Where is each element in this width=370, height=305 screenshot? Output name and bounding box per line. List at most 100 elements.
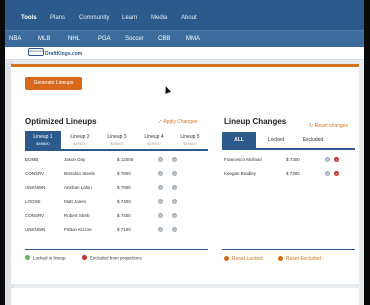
divider — [25, 249, 208, 250]
reset-changes-button[interactable]: ↻ Reset changes — [309, 123, 348, 129]
player-name: Matt Jones — [64, 199, 87, 204]
reset-locked-button[interactable]: Reset Locked — [224, 256, 263, 262]
nav-media[interactable]: Media — [151, 15, 167, 21]
close-icon — [278, 256, 283, 262]
sport-mma[interactable]: MMA — [186, 36, 200, 42]
legend-label: Excluded from projections — [90, 255, 142, 261]
tab-label: Lineup 5 — [180, 134, 200, 140]
site-name: DraftKings.com — [45, 51, 83, 57]
player-status: CONSRV — [25, 213, 45, 218]
exclude-icon[interactable]: × — [334, 157, 339, 162]
lock-icon[interactable]: ✓ — [158, 213, 163, 218]
tab-lineup-4[interactable]: Lineup 4 $49900 — [136, 131, 172, 149]
close-icon — [224, 256, 229, 262]
legend-label: Locked in lineup — [33, 255, 66, 261]
lock-icon[interactable]: ✓ — [158, 199, 163, 204]
tab-salary: $49800 — [73, 141, 87, 146]
changes-row: Francesco Molinari $ 7300 ✓ × — [224, 155, 355, 166]
player-salary: $ 7100 — [117, 227, 131, 232]
site-logo[interactable]: RotoGrinders — [28, 48, 44, 56]
brand-bar: RotoGrinders DraftKings.com — [5, 47, 364, 60]
next-section — [11, 288, 359, 305]
nav-about[interactable]: About — [181, 15, 197, 21]
tab-salary: $49600 — [183, 141, 197, 146]
table-row: CONSRV Robert Streb $ 7400 ✓ × — [25, 211, 208, 222]
reset-locked-label: Reset Locked — [232, 256, 263, 262]
close-icon — [82, 255, 87, 261]
table-row: BOMB Jason Day $ 12000 ✓ × — [25, 155, 208, 166]
tab-lineup-3[interactable]: Lineup 3 $49200 — [99, 131, 135, 149]
sport-soccer[interactable]: Soccer — [125, 36, 144, 42]
reset-excluded-button[interactable]: Reset Excluded — [278, 256, 321, 262]
nav-tools[interactable]: Tools — [21, 15, 37, 21]
tab-label: Lineup 3 — [107, 134, 127, 140]
lock-icon[interactable]: ✓ — [158, 185, 163, 190]
table-row: CONSRV Brendan Steele $ 7800 ✓ × — [25, 169, 208, 180]
tab-locked[interactable]: Locked — [258, 132, 294, 148]
lock-icon[interactable]: ✓ — [158, 171, 163, 176]
divider — [222, 249, 355, 250]
legend-locked: Locked in lineup — [25, 255, 66, 261]
player-name: Francesco Molinari — [224, 157, 263, 162]
player-salary: $ 7300 — [286, 157, 300, 162]
nav-learn[interactable]: Learn — [122, 15, 137, 21]
exclude-icon[interactable]: × — [172, 227, 177, 232]
nav-community[interactable]: Community — [79, 15, 109, 21]
player-salary: $ 7300 — [286, 171, 300, 176]
table-row: LOOSE Matt Jones $ 7400 ✓ × — [25, 197, 208, 208]
tab-excluded[interactable]: Excluded — [294, 132, 332, 148]
tab-all[interactable]: ALL — [222, 132, 256, 148]
sport-mlb[interactable]: MLB — [38, 36, 50, 42]
lock-icon[interactable]: ✓ — [158, 227, 163, 232]
sport-cbb[interactable]: CBB — [158, 36, 170, 42]
lock-icon[interactable]: ✓ — [325, 157, 330, 162]
sport-nba[interactable]: NBA — [9, 36, 21, 42]
player-status: BOMB — [25, 157, 39, 162]
exclude-icon[interactable]: × — [172, 199, 177, 204]
changes-row: Keegan Bradley $ 7300 ✓ × — [224, 169, 355, 180]
sport-nav: NBA MLB NHL PGA Soccer CBB MMA — [5, 30, 364, 47]
reset-excluded-label: Reset Excluded — [286, 256, 322, 262]
exclude-icon[interactable]: × — [172, 157, 177, 162]
player-status: UNKNWN — [25, 227, 46, 232]
check-icon: ✓ — [158, 119, 163, 125]
exclude-icon[interactable]: × — [334, 171, 339, 176]
tab-lineup-2[interactable]: Lineup 2 $49800 — [62, 131, 98, 149]
refresh-icon: ↻ — [309, 123, 314, 129]
lock-icon[interactable]: ✓ — [325, 171, 330, 176]
table-row: UNKNWN Anirban Lahiri $ 7500 ✓ × — [25, 183, 208, 194]
apply-changes-label: Apply Changes — [163, 119, 198, 125]
top-nav: Tools Plans Community Learn Media About — [5, 0, 364, 30]
apply-changes-button[interactable]: ✓ Apply Changes — [158, 119, 197, 125]
sport-nhl[interactable]: NHL — [68, 36, 80, 42]
player-name: Robert Streb — [64, 213, 90, 218]
player-name: Anirban Lahiri — [64, 185, 92, 190]
exclude-icon[interactable]: × — [172, 185, 177, 190]
tab-label: Lineup 4 — [144, 134, 164, 140]
player-name: Brendan Steele — [64, 171, 96, 176]
tab-salary: $49800 — [36, 141, 50, 146]
generate-lineups-button[interactable]: Generate Lineups — [25, 77, 82, 90]
sport-pga[interactable]: PGA — [98, 36, 111, 42]
lineup-tabs: Lineup 1 $49800 Lineup 2 $49800 Lineup 3… — [25, 131, 208, 151]
player-salary: $ 7400 — [117, 199, 131, 204]
player-name: Patton Kizzire — [64, 227, 92, 232]
tab-label: Lineup 1 — [33, 134, 53, 140]
tab-salary: $49900 — [147, 141, 161, 146]
player-status: UNKNWN — [25, 185, 46, 190]
nav-plans[interactable]: Plans — [50, 15, 65, 21]
tab-lineup-5[interactable]: Lineup 5 $49600 — [172, 131, 208, 149]
exclude-icon[interactable]: × — [172, 171, 177, 176]
table-row: UNKNWN Patton Kizzire $ 7100 ✓ × — [25, 225, 208, 236]
lineup-changes-title: Lineup Changes — [224, 117, 287, 126]
player-salary: $ 7400 — [117, 213, 131, 218]
player-salary: $ 7500 — [117, 185, 131, 190]
exclude-icon[interactable]: × — [172, 213, 177, 218]
legend-excluded: Excluded from projections — [82, 255, 142, 261]
tab-lineup-1[interactable]: Lineup 1 $49800 — [25, 131, 61, 149]
player-name: Jason Day — [64, 157, 86, 162]
lock-icon[interactable]: ✓ — [158, 157, 163, 162]
player-status: CONSRV — [25, 171, 45, 176]
check-icon — [25, 255, 30, 261]
tab-label: Lineup 2 — [70, 134, 90, 140]
